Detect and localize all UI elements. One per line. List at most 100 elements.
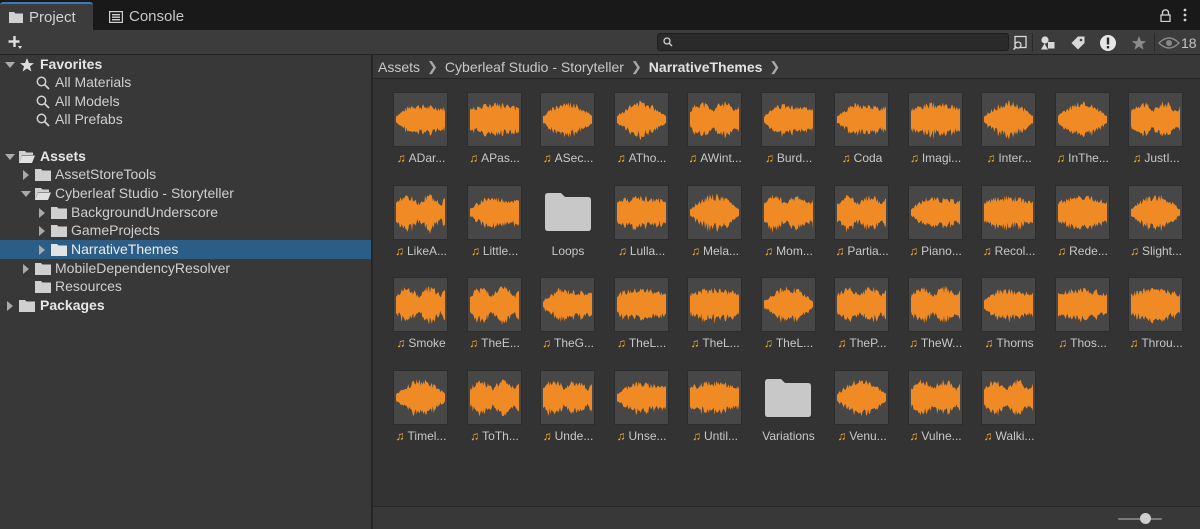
audio-clip-item[interactable]: ♫ Mela... (679, 172, 749, 260)
audio-clip-item[interactable]: ♫ Lulla... (606, 172, 676, 260)
audio-clip-item[interactable]: ♫ Rede... (1047, 172, 1117, 260)
audio-clip-item[interactable]: ♫ Coda (826, 79, 896, 167)
asset-grid: ♫ ADar... ♫ APas... ♫ ASec... ♫ ATho... ♫ AWint..… (373, 79, 1200, 506)
tree-assetstoretools[interactable]: AssetStoreTools (0, 165, 371, 184)
audio-clip-item[interactable]: ♫ JustI... (1120, 79, 1190, 167)
favorite-all-materials[interactable]: All Materials (0, 73, 371, 92)
audio-clip-item[interactable]: ♫ TheL... (606, 264, 676, 352)
item-label: ♫ TheW... (908, 336, 963, 351)
favorite-all-models[interactable]: All Models (0, 92, 371, 111)
audio-clip-item[interactable]: ♫ Throu... (1120, 264, 1190, 352)
tab-project[interactable]: Project (0, 2, 93, 30)
audio-clip-item[interactable]: ♫ Timel... (385, 357, 455, 445)
audio-clip-item[interactable]: ♫ ADar... (385, 79, 455, 167)
audio-clip-item[interactable]: ♫ ASec... (532, 79, 602, 167)
audio-clip-item[interactable]: ♫ Walki... (973, 357, 1043, 445)
audio-clip-item[interactable]: ♫ Inter... (973, 79, 1043, 167)
filter-by-log-type-button[interactable] (1094, 31, 1122, 54)
filter-by-label-button[interactable] (1064, 31, 1092, 54)
folder-item[interactable]: Variations (753, 357, 823, 445)
expand-right-icon[interactable] (21, 264, 31, 274)
audio-clip-item[interactable]: ♫ Piano... (900, 172, 970, 260)
audio-clip-item[interactable]: ♫ Burd... (753, 79, 823, 167)
item-label: ♫ APas... (469, 151, 520, 165)
tree-gameprojects[interactable]: GameProjects (0, 221, 371, 240)
audio-note-icon: ♫ (1056, 151, 1066, 165)
audio-clip-item[interactable]: ♫ TheG... (532, 264, 602, 352)
audio-clip-item[interactable]: ♫ APas... (459, 79, 529, 167)
breadcrumb-item[interactable]: Cyberleaf Studio - Storyteller (445, 59, 624, 75)
breadcrumb: Assets ❯ Cyberleaf Studio - Storyteller … (373, 55, 1200, 79)
audio-note-icon: ♫ (841, 151, 851, 165)
folder-item[interactable]: Loops (532, 172, 602, 260)
audio-clip-item[interactable]: ♫ TheE... (459, 264, 529, 352)
waveform-thumbnail (540, 92, 595, 147)
audio-clip-item[interactable]: ♫ Vulne... (900, 357, 970, 445)
expand-right-icon[interactable] (37, 226, 47, 236)
expand-down-icon[interactable] (5, 60, 15, 70)
tree-narrativethemes[interactable]: NarrativeThemes (0, 240, 371, 259)
audio-clip-item[interactable]: ♫ Unse... (606, 357, 676, 445)
tag-icon (1071, 36, 1085, 49)
audio-clip-item[interactable]: ♫ Recol... (973, 172, 1043, 260)
tab-console[interactable]: Console (100, 3, 200, 30)
expand-right-icon[interactable] (5, 301, 15, 311)
tree-favorites[interactable]: Favorites (0, 55, 371, 74)
lock-icon[interactable] (1160, 9, 1171, 22)
tree-resources[interactable]: Resources (0, 277, 371, 296)
favorites-filter-button[interactable] (1125, 31, 1153, 54)
visible-package-count: 18 (1181, 34, 1197, 51)
waveform-thumbnail (760, 92, 816, 147)
expand-right-icon[interactable] (21, 170, 31, 180)
item-label: ♫ Thos... (1058, 336, 1107, 351)
audio-clip-item[interactable]: ♫ ATho... (606, 79, 676, 167)
audio-clip-item[interactable]: ♫ Partia... (826, 172, 896, 260)
expand-right-icon[interactable] (37, 245, 47, 255)
audio-clip-item[interactable]: ♫ Unde... (532, 357, 602, 445)
breadcrumb-item[interactable]: Assets (378, 59, 420, 75)
audio-clip-item[interactable]: ♫ ToTh... (459, 357, 529, 445)
audio-clip-item[interactable]: ♫ LikeA... (385, 172, 455, 260)
tree-backgroundunderscore[interactable]: BackgroundUnderscore (0, 203, 371, 222)
audio-clip-item[interactable]: ♫ Venu... (826, 357, 896, 445)
audio-note-icon: ♫ (469, 336, 479, 351)
audio-clip-item[interactable]: ♫ Thos... (1047, 264, 1117, 352)
search-field[interactable] (657, 33, 1009, 51)
audio-note-icon: ♫ (470, 243, 480, 258)
tree-packages[interactable]: Packages (0, 296, 371, 315)
icon-size-slider-handle[interactable] (1140, 513, 1151, 524)
expand-down-icon[interactable] (5, 152, 15, 162)
audio-clip-item[interactable]: ♫ TheL... (753, 264, 823, 352)
audio-note-icon: ♫ (616, 429, 626, 444)
audio-clip-item[interactable]: ♫ Imagi... (900, 79, 970, 167)
tree-mobiledependencyresolver[interactable]: MobileDependencyResolver (0, 259, 371, 278)
audio-clip-item[interactable]: ♫ Little... (459, 172, 529, 260)
create-asset-button[interactable] (4, 33, 26, 52)
audio-clip-item[interactable]: ♫ TheP... (826, 264, 896, 352)
search-input[interactable] (676, 34, 1001, 50)
item-label: ♫ Mela... (690, 243, 739, 258)
tree-assets[interactable]: Assets (0, 147, 371, 166)
hidden-packages-toggle[interactable]: 18 (1158, 32, 1197, 53)
tab-bar: Project Console (0, 0, 1200, 30)
waveform-thumbnail (393, 370, 448, 426)
audio-clip-item[interactable]: ♫ Thorns (973, 264, 1043, 352)
chevron-right-icon[interactable]: ❯ (769, 59, 780, 75)
audio-clip-item[interactable]: ♫ Slight... (1120, 172, 1190, 260)
expand-right-icon[interactable] (37, 208, 47, 218)
tree-cyberleaf[interactable]: Cyberleaf Studio - Storyteller (0, 184, 371, 203)
more-menu-icon[interactable] (1182, 8, 1188, 22)
favorite-all-prefabs[interactable]: All Prefabs (0, 110, 371, 129)
audio-clip-item[interactable]: ♫ Mom... (753, 172, 823, 260)
audio-clip-item[interactable]: ♫ Smoke (385, 264, 455, 352)
audio-clip-item[interactable]: ♫ InThe... (1047, 79, 1117, 167)
audio-clip-item[interactable]: ♫ TheW... (900, 264, 970, 352)
audio-clip-item[interactable]: ♫ AWint... (679, 79, 749, 167)
audio-clip-item[interactable]: ♫ Until... (679, 357, 749, 445)
filter-by-type-button[interactable] (1034, 31, 1062, 54)
audio-clip-item[interactable]: ♫ TheL... (679, 264, 749, 352)
waveform-thumbnail (1054, 92, 1110, 147)
breadcrumb-item[interactable]: NarrativeThemes (649, 59, 763, 75)
expand-down-icon[interactable] (21, 189, 31, 199)
search-by-type-button[interactable] (1006, 31, 1034, 54)
